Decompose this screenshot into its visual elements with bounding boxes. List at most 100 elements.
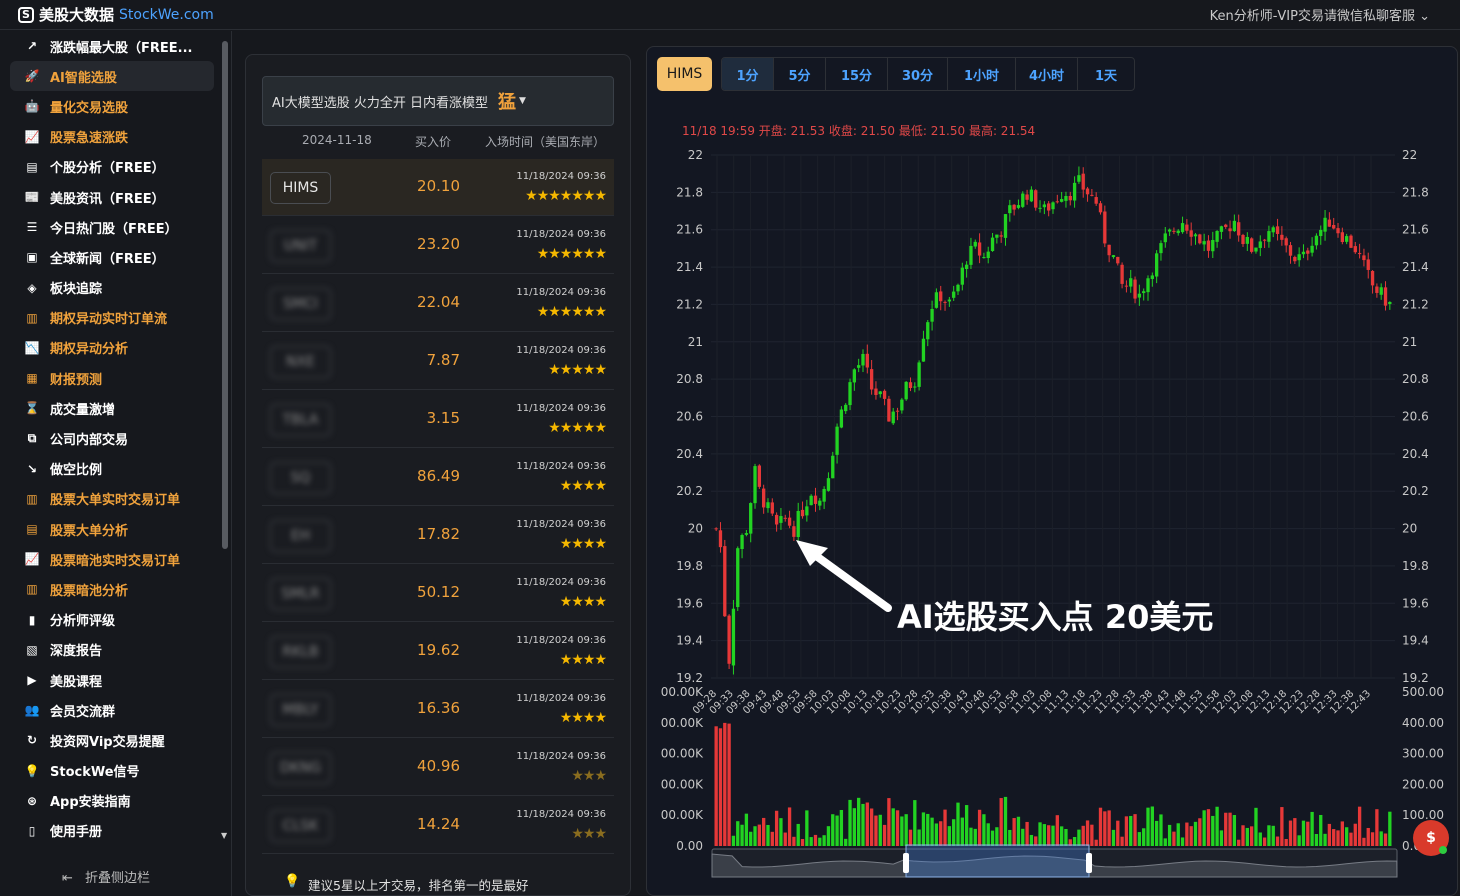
scroll-down-icon[interactable]: ▼ xyxy=(221,831,227,840)
sidebar-item-14[interactable]: ↘ 做空比例 xyxy=(10,454,214,484)
model-flag: 猛 xyxy=(498,92,516,113)
sidebar-item-7[interactable]: ▣ 全球新闻（FREE） xyxy=(10,242,214,272)
sidebar-item-icon: ☰ xyxy=(26,220,38,235)
sidebar: ↗ 涨跌幅最大股（FREE... 🚀 AI智能选股 🤖 量化交易选股 📈 股票急速涨跌 ▤ 个股分… xyxy=(0,31,232,896)
sidebar-item-22[interactable]: 👥 会员交流群 xyxy=(10,695,214,725)
sidebar-item-26[interactable]: ▯ 使用手册 xyxy=(10,816,214,846)
ai-picks-panel: AI大模型选股 火力全开 日内看涨模型 猛 ▼ 2024-11-18 买入价 入… xyxy=(245,54,631,896)
user-menu[interactable]: Ken分析师-VIP交易请微信私聊客服 ⌄ xyxy=(1210,5,1430,24)
pick-symbol[interactable]: HIMS xyxy=(270,172,331,204)
pick-symbol[interactable]: SMLR xyxy=(270,578,331,610)
pick-rating: ★★★★ xyxy=(559,594,607,610)
pick-price: 22.04 xyxy=(417,293,460,311)
pick-row[interactable]: CLSK 14.24 11/18/2024 09:36 ★★★ xyxy=(262,797,614,854)
sidebar-item-11[interactable]: ▦ 财报预测 xyxy=(10,363,214,393)
pick-row[interactable]: DKNG 40.96 11/18/2024 09:36 ★★★ xyxy=(262,739,614,796)
pick-price: 86.49 xyxy=(417,467,460,485)
sidebar-item-3[interactable]: 📈 股票急速涨跌 xyxy=(10,122,214,152)
header-time: 入场时间（美国东岸） xyxy=(485,135,606,149)
sidebar-item-label: 个股分析（FREE） xyxy=(50,161,165,177)
sidebar-item-5[interactable]: 📰 美股资讯（FREE） xyxy=(10,182,214,212)
model-select[interactable]: AI大模型选股 火力全开 日内看涨模型 猛 ▼ xyxy=(262,76,614,126)
pick-row[interactable]: EH 17.82 11/18/2024 09:36 ★★★★ xyxy=(262,507,614,564)
pick-row[interactable]: MBLY 16.36 11/18/2024 09:36 ★★★★ xyxy=(262,681,614,738)
sidebar-item-21[interactable]: ▶ 美股课程 xyxy=(10,665,214,695)
timeframe-tab[interactable]: 1分 xyxy=(722,58,774,90)
pick-symbol[interactable]: RKLB xyxy=(270,636,331,668)
sidebar-item-label: 板块追踪 xyxy=(50,282,103,298)
pick-row[interactable]: UNIT 23.20 11/18/2024 09:36 ★★★★★★ xyxy=(262,217,614,274)
timeframe-tab[interactable]: 1天 xyxy=(1078,58,1134,90)
sidebar-item-icon: 📈 xyxy=(24,129,40,144)
pick-symbol[interactable]: UNIT xyxy=(270,230,331,262)
pick-price: 17.82 xyxy=(417,525,460,543)
pick-row[interactable]: RKLB 19.62 11/18/2024 09:36 ★★★★ xyxy=(262,623,614,680)
sidebar-item-label: 投资网Vip交易提醒 xyxy=(50,734,165,750)
pick-rating: ★★★★★★ xyxy=(536,304,607,320)
sidebar-item-18[interactable]: ▥ 股票暗池分析 xyxy=(10,574,214,604)
pick-time: 11/18/2024 09:36 xyxy=(516,809,606,820)
sidebar-item-16[interactable]: ▤ 股票大单分析 xyxy=(10,514,214,544)
timeframe-tab[interactable]: 30分 xyxy=(888,58,948,90)
pick-row[interactable]: SMCI 22.04 11/18/2024 09:36 ★★★★★★ xyxy=(262,275,614,332)
sidebar-item-icon: ▣ xyxy=(26,250,38,265)
sidebar-item-17[interactable]: 📈 股票暗池实时交易订单 xyxy=(10,544,214,574)
pick-symbol[interactable]: MBLY xyxy=(270,694,331,726)
sidebar-item-icon: 💡 xyxy=(24,763,40,778)
sidebar-item-19[interactable]: ▮ 分析师评级 xyxy=(10,605,214,635)
pick-price: 50.12 xyxy=(417,583,460,601)
sidebar-item-15[interactable]: ▥ 股票大单实时交易订单 xyxy=(10,484,214,514)
pick-time: 11/18/2024 09:36 xyxy=(516,171,606,182)
sidebar-item-1[interactable]: 🚀 AI智能选股 xyxy=(10,61,214,92)
sidebar-item-label: 股票暗池分析 xyxy=(50,583,129,599)
pick-symbol[interactable]: DKNG xyxy=(270,752,331,784)
pick-symbol[interactable]: NXE xyxy=(270,346,331,378)
timeframe-tab[interactable]: 4小时 xyxy=(1016,58,1078,90)
collapse-label: 折叠侧边栏 xyxy=(85,871,151,886)
pick-row[interactable]: SQ 86.49 11/18/2024 09:36 ★★★★ xyxy=(262,449,614,506)
pick-rating: ★★★★ xyxy=(559,710,607,726)
sidebar-item-25[interactable]: ⊛ App安装指南 xyxy=(10,786,214,816)
pick-rating: ★★★★★ xyxy=(548,420,607,436)
logo[interactable]: S 美股大数据 StockWe.com xyxy=(18,4,214,25)
pick-row[interactable]: SMLR 50.12 11/18/2024 09:36 ★★★★ xyxy=(262,565,614,622)
pick-row[interactable]: NXE 7.87 11/18/2024 09:36 ★★★★★ xyxy=(262,333,614,390)
sidebar-item-20[interactable]: ▧ 深度报告 xyxy=(10,635,214,665)
sidebar-item-2[interactable]: 🤖 量化交易选股 xyxy=(10,91,214,121)
pick-time: 11/18/2024 09:36 xyxy=(516,519,606,530)
sidebar-item-4[interactable]: ▤ 个股分析（FREE） xyxy=(10,152,214,182)
pick-row[interactable]: TBLA 3.15 11/18/2024 09:36 ★★★★★ xyxy=(262,391,614,448)
sidebar-item-8[interactable]: ◈ 板块追踪 xyxy=(10,273,214,303)
sidebar-item-icon: ◈ xyxy=(27,280,37,295)
sidebar-item-icon: ⌛ xyxy=(24,401,40,416)
sidebar-item-12[interactable]: ⌛ 成交量激增 xyxy=(10,393,214,423)
pick-row[interactable]: HIMS 20.10 11/18/2024 09:36 ★★★★★★★ xyxy=(262,159,614,216)
sidebar-item-23[interactable]: ↻ 投资网Vip交易提醒 xyxy=(10,725,214,755)
sidebar-item-24[interactable]: 💡 StockWe信号 xyxy=(10,756,214,786)
sidebar-scrollbar[interactable] xyxy=(222,41,228,549)
chart-panel: HIMS 1分 5分 15分 30分 1小时 4小时 1天 xyxy=(646,46,1458,896)
pick-price: 14.24 xyxy=(417,815,460,833)
model-label: AI大模型选股 火力全开 日内看涨模型 xyxy=(272,95,488,111)
sidebar-item-9[interactable]: ▥ 期权异动实时订单流 xyxy=(10,303,214,333)
pick-symbol[interactable]: CLSK xyxy=(270,810,331,842)
pick-symbol[interactable]: SMCI xyxy=(270,288,331,320)
pick-symbol[interactable]: SQ xyxy=(270,462,331,494)
timeframe-tab[interactable]: 15分 xyxy=(826,58,888,90)
sidebar-item-0[interactable]: ↗ 涨跌幅最大股（FREE... xyxy=(10,31,214,61)
pick-symbol[interactable]: EH xyxy=(270,520,331,552)
sidebar-item-13[interactable]: ⧉ 公司内部交易 xyxy=(10,423,214,453)
sidebar-item-label: 使用手册 xyxy=(50,825,103,841)
user-menu-label: Ken分析师-VIP交易请微信私聊客服 xyxy=(1209,9,1415,24)
timeframe-tab[interactable]: 1小时 xyxy=(948,58,1016,90)
sidebar-item-6[interactable]: ☰ 今日热门股（FREE） xyxy=(10,212,214,242)
collapse-icon: ⇤ xyxy=(62,871,73,886)
sidebar-item-icon: ▮ xyxy=(28,612,36,627)
collapse-sidebar-button[interactable]: ⇤ 折叠侧边栏 xyxy=(62,867,150,886)
pick-symbol[interactable]: TBLA xyxy=(270,404,331,436)
sidebar-item-10[interactable]: 📉 期权异动分析 xyxy=(10,333,214,363)
pick-time: 11/18/2024 09:36 xyxy=(516,403,606,414)
sidebar-item-label: 会员交流群 xyxy=(50,704,116,720)
timeframe-tab[interactable]: 5分 xyxy=(774,58,826,90)
chart-symbol-badge[interactable]: HIMS xyxy=(657,57,712,91)
